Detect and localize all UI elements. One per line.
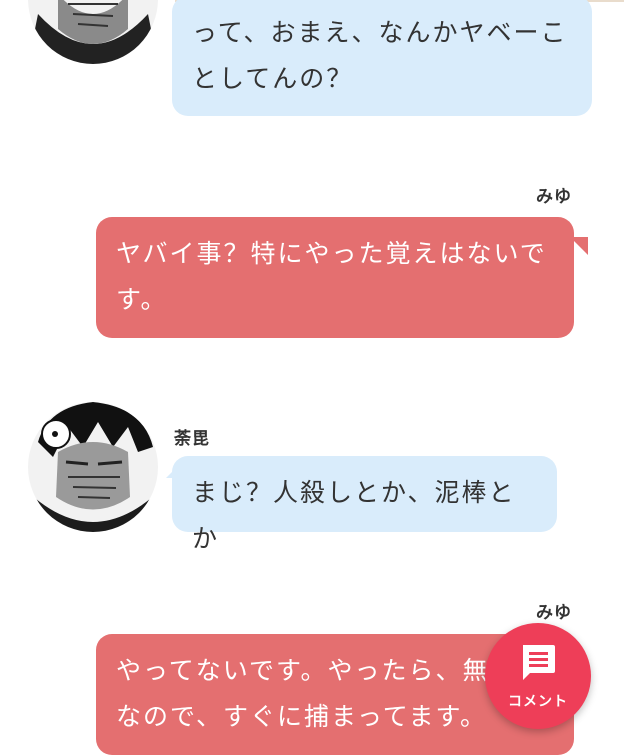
message-line: としてんの？: [192, 64, 354, 93]
message-bubble-1: って、おまえ、なんかヤベーこ としてんの？: [172, 0, 592, 116]
avatar-image: [28, 0, 158, 64]
sender-name: みゆ: [536, 187, 572, 207]
sender-name: みゆ: [536, 603, 572, 623]
message-line: って、おまえ、なんかヤベーこ: [192, 18, 568, 47]
message-bubble-2: ヤバイ事？特にやった覚えはないで す。: [96, 217, 574, 338]
message-line: まじ？人殺しとか、泥棒とか: [192, 478, 516, 553]
avatar-dabi[interactable]: [28, 0, 158, 64]
sender-name: 荼毘: [174, 429, 210, 449]
message-line: ヤバイ事？特にやった覚えはないで: [116, 239, 547, 268]
avatar-image: [28, 402, 158, 532]
message-bubble-3: まじ？人殺しとか、泥棒とか: [172, 456, 557, 553]
comment-icon: [523, 645, 555, 680]
message-line: す。: [116, 285, 168, 314]
comment-button[interactable]: コメント: [485, 623, 591, 729]
comment-button-label: コメント: [508, 694, 568, 710]
avatar-dabi[interactable]: [28, 402, 158, 532]
